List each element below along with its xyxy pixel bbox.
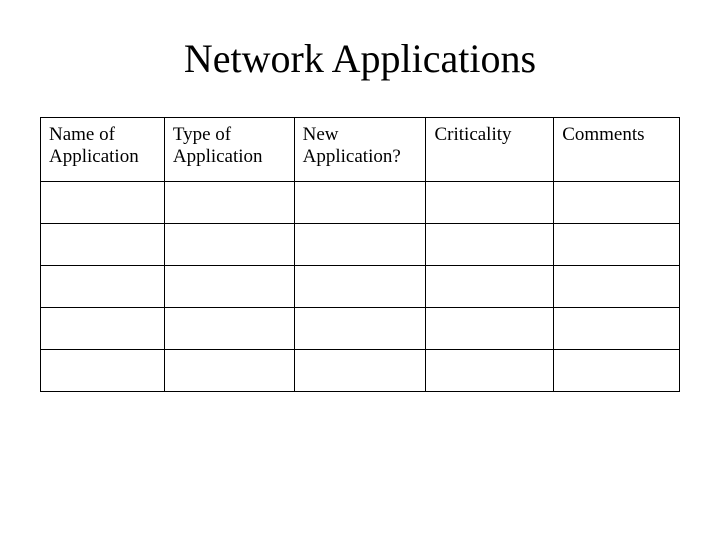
cell xyxy=(164,182,294,224)
table-row xyxy=(41,224,680,266)
cell xyxy=(164,308,294,350)
cell xyxy=(294,308,426,350)
cell xyxy=(554,266,680,308)
cell xyxy=(294,182,426,224)
table-row xyxy=(41,308,680,350)
table-header-row: Name of Application Type of Application … xyxy=(41,118,680,182)
page-title: Network Applications xyxy=(40,35,680,82)
header-comments: Comments xyxy=(554,118,680,182)
header-type: Type of Application xyxy=(164,118,294,182)
cell xyxy=(554,350,680,392)
table-row xyxy=(41,350,680,392)
slide-container: Network Applications Name of Application… xyxy=(0,0,720,540)
cell xyxy=(294,350,426,392)
cell xyxy=(426,266,554,308)
cell xyxy=(164,266,294,308)
cell xyxy=(426,308,554,350)
cell xyxy=(554,308,680,350)
cell xyxy=(554,224,680,266)
cell xyxy=(41,182,165,224)
cell xyxy=(41,266,165,308)
cell xyxy=(426,182,554,224)
cell xyxy=(41,224,165,266)
cell xyxy=(554,182,680,224)
table-row xyxy=(41,182,680,224)
header-name: Name of Application xyxy=(41,118,165,182)
table-row xyxy=(41,266,680,308)
cell xyxy=(164,224,294,266)
cell xyxy=(164,350,294,392)
applications-table: Name of Application Type of Application … xyxy=(40,117,680,392)
cell xyxy=(426,350,554,392)
cell xyxy=(294,266,426,308)
cell xyxy=(41,308,165,350)
cell xyxy=(41,350,165,392)
cell xyxy=(294,224,426,266)
header-criticality: Criticality xyxy=(426,118,554,182)
cell xyxy=(426,224,554,266)
header-new: New Application? xyxy=(294,118,426,182)
